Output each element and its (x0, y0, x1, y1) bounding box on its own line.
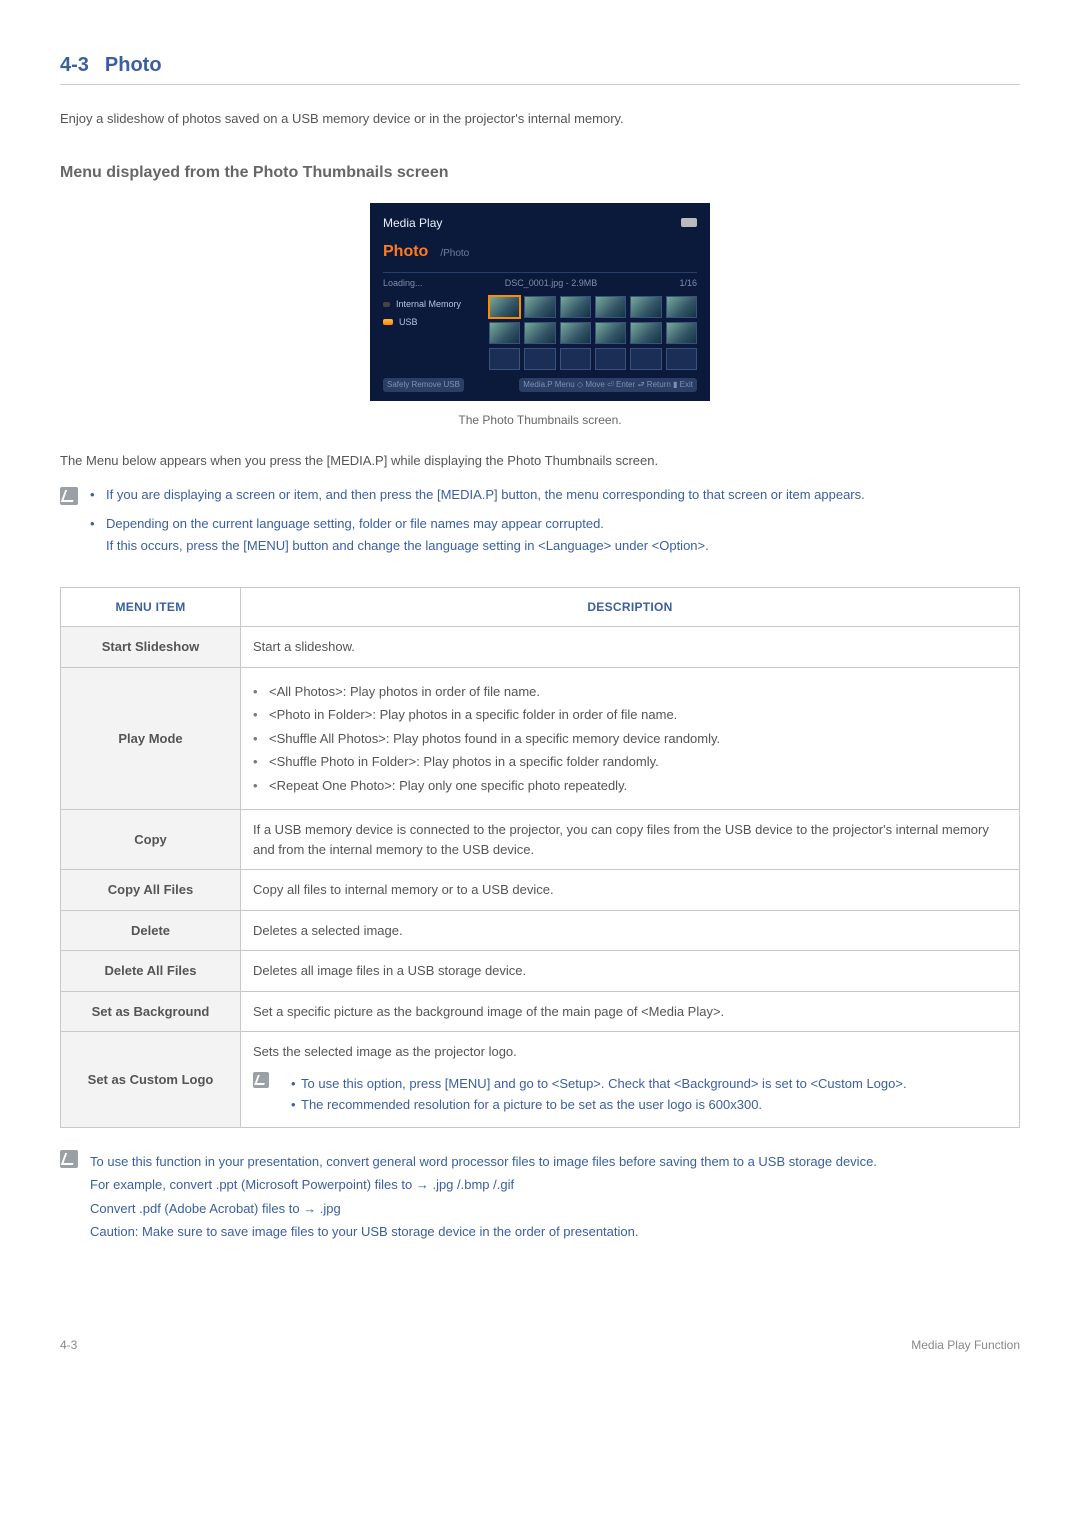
bottom-note-line: Caution: Make sure to save image files t… (90, 1222, 877, 1242)
note-item: Depending on the current language settin… (90, 514, 865, 555)
table-row: Copy All Files Copy all files to interna… (61, 870, 1020, 911)
note-list: If you are displaying a screen or item, … (90, 485, 865, 566)
row-desc: Set a specific picture as the background… (241, 991, 1020, 1032)
usb-icon (383, 319, 393, 325)
table-row: Copy If a USB memory device is connected… (61, 810, 1020, 870)
device-icon (383, 302, 390, 307)
ss-side-internal: Internal Memory (383, 296, 479, 314)
list-item: <Repeat One Photo>: Play only one specif… (253, 776, 1007, 796)
row-label: Set as Custom Logo (61, 1032, 241, 1128)
note-text: Depending on the current language settin… (106, 516, 604, 531)
bottom-note-line: For example, convert .ppt (Microsoft Pow… (90, 1175, 877, 1195)
thumb-empty (595, 348, 626, 370)
row-desc: Sets the selected image as the projector… (241, 1032, 1020, 1128)
ss-side-usb-label: USB (399, 316, 418, 330)
section-heading: 4-3 Photo (60, 50, 1020, 85)
th-menu-item: MENU ITEM (61, 588, 241, 627)
play-mode-list: <All Photos>: Play photos in order of fi… (253, 682, 1007, 796)
table-row: Play Mode <All Photos>: Play photos in o… (61, 667, 1020, 810)
thumb (630, 322, 661, 344)
note-icon (60, 487, 78, 505)
row-label: Copy All Files (61, 870, 241, 911)
ss-thumb-grid (489, 296, 697, 370)
row-label: Start Slideshow (61, 627, 241, 668)
list-item: <Shuffle All Photos>: Play photos found … (253, 729, 1007, 749)
thumb (560, 296, 591, 318)
table-row: Delete All Files Deletes all image files… (61, 951, 1020, 992)
bottom-note-line: To use this function in your presentatio… (90, 1152, 877, 1172)
thumb-empty (560, 348, 591, 370)
note-icon (60, 1150, 78, 1168)
row-desc: <All Photos>: Play photos in order of fi… (241, 667, 1020, 810)
thumb-empty (489, 348, 520, 370)
row-desc: Deletes all image files in a USB storage… (241, 951, 1020, 992)
ss-divider (383, 272, 697, 273)
thumb-empty (524, 348, 555, 370)
thumb (595, 322, 626, 344)
note-text: If this occurs, press the [MENU] button … (106, 536, 865, 556)
bottom-note-line: Convert .pdf (Adobe Acrobat) files to → … (90, 1199, 877, 1219)
screenshot: Media Play Photo /Photo Loading... DSC_0… (370, 203, 710, 402)
ss-current-file: DSC_0001.jpg - 2.9MB (505, 277, 598, 291)
ss-footer-right: Media.P Menu ◇ Move ⏎ Enter ⮐ Return ▮ E… (519, 378, 697, 392)
ss-side-usb: USB (383, 314, 479, 332)
thumb (595, 296, 626, 318)
row-desc: Start a slideshow. (241, 627, 1020, 668)
row-desc: Deletes a selected image. (241, 910, 1020, 951)
ss-app-title: Media Play (383, 214, 442, 232)
row-label: Set as Background (61, 991, 241, 1032)
ss-page-indicator: 1/16 (679, 277, 697, 291)
thumb-empty (666, 348, 697, 370)
th-description: DESCRIPTION (241, 588, 1020, 627)
page-footer: 4-3 Media Play Function (60, 1336, 1020, 1354)
list-item: <All Photos>: Play photos in order of fi… (253, 682, 1007, 702)
note-text: If you are displaying a screen or item, … (106, 487, 865, 502)
screenshot-caption: The Photo Thumbnails screen. (60, 411, 1020, 429)
row-label: Delete All Files (61, 951, 241, 992)
subheading: Menu displayed from the Photo Thumbnails… (60, 161, 1020, 185)
list-item: <Photo in Folder>: Play photos in a spec… (253, 705, 1007, 725)
set-logo-desc: Sets the selected image as the projector… (253, 1042, 1007, 1062)
thumb (489, 322, 520, 344)
section-number: 4-3 (60, 50, 89, 80)
row-desc: If a USB memory device is connected to t… (241, 810, 1020, 870)
thumb (560, 322, 591, 344)
intro-text: Enjoy a slideshow of photos saved on a U… (60, 109, 1020, 129)
thumb (524, 296, 555, 318)
ss-sidebar: Internal Memory USB (383, 296, 479, 370)
ss-footer-left: Safely Remove USB (383, 378, 464, 392)
row-label: Delete (61, 910, 241, 951)
note-item: If you are displaying a screen or item, … (90, 485, 865, 505)
section-title: Photo (105, 50, 162, 80)
footer-right: Media Play Function (911, 1336, 1020, 1354)
table-row: Set as Custom Logo Sets the selected ima… (61, 1032, 1020, 1128)
row-label: Copy (61, 810, 241, 870)
thumb (666, 322, 697, 344)
set-logo-note: To use this option, press [MENU] and go … (291, 1074, 1007, 1094)
ss-loading-label: Loading... (383, 277, 423, 291)
table-row: Delete Deletes a selected image. (61, 910, 1020, 951)
row-desc: Copy all files to internal memory or to … (241, 870, 1020, 911)
note-icon (253, 1072, 269, 1088)
usb-plug-icon (681, 218, 697, 227)
menu-press-text: The Menu below appears when you press th… (60, 451, 1020, 471)
thumb (630, 296, 661, 318)
thumb (666, 296, 697, 318)
row-label: Play Mode (61, 667, 241, 810)
screenshot-wrap: Media Play Photo /Photo Loading... DSC_0… (60, 203, 1020, 402)
note-block: If you are displaying a screen or item, … (60, 485, 1020, 566)
menu-table: MENU ITEM DESCRIPTION Start Slideshow St… (60, 587, 1020, 1128)
thumb (489, 296, 520, 318)
list-item: <Shuffle Photo in Folder>: Play photos i… (253, 752, 1007, 772)
thumb-empty (630, 348, 661, 370)
table-row: Start Slideshow Start a slideshow. (61, 627, 1020, 668)
set-logo-note: The recommended resolution for a picture… (291, 1095, 1007, 1115)
table-row: Set as Background Set a specific picture… (61, 991, 1020, 1032)
thumb (524, 322, 555, 344)
footer-left: 4-3 (60, 1336, 77, 1354)
ss-side-internal-label: Internal Memory (396, 298, 461, 312)
bottom-note: To use this function in your presentatio… (60, 1148, 1020, 1246)
ss-breadcrumb: /Photo (440, 246, 469, 261)
ss-tab-photo: Photo (383, 240, 428, 264)
